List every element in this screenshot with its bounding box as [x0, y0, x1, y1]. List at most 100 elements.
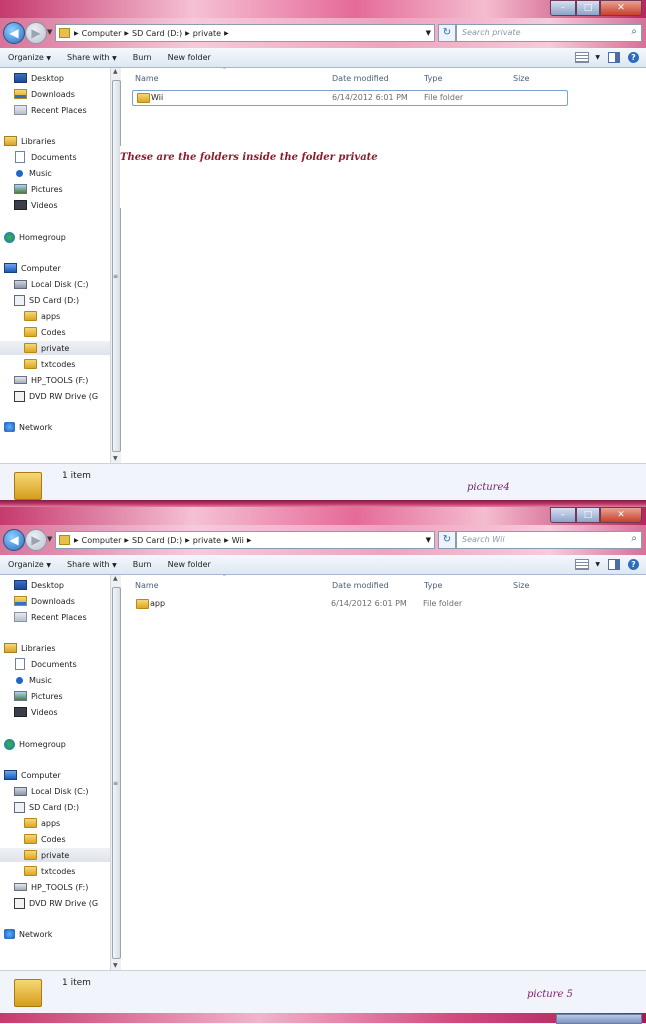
- sidebar-item-local-disk[interactable]: Local Disk (C:): [14, 277, 89, 291]
- forward-button[interactable]: ▶: [25, 22, 47, 44]
- maximize-button[interactable]: □: [576, 507, 600, 523]
- sidebar-item-hp-tools[interactable]: HP_TOOLS (F:): [14, 373, 88, 387]
- breadcrumb-chevron-icon[interactable]: ▶: [74, 30, 79, 37]
- sidebar-item-sd-card[interactable]: SD Card (D:): [14, 800, 79, 814]
- change-view-icon[interactable]: [575, 559, 590, 570]
- column-header-date-modified[interactable]: Date modified: [332, 581, 389, 590]
- search-icon[interactable]: ⌕: [631, 26, 637, 37]
- breadcrumb-private[interactable]: private: [193, 29, 221, 38]
- new-folder-button[interactable]: New folder: [160, 560, 219, 569]
- sidebar-item-txtcodes[interactable]: txtcodes: [24, 357, 75, 371]
- scroll-up-icon[interactable]: ▲: [113, 575, 118, 582]
- close-button[interactable]: ✕: [600, 507, 642, 523]
- address-dropdown-icon[interactable]: ▼: [426, 536, 431, 544]
- sidebar-item-videos[interactable]: Videos: [14, 705, 58, 719]
- breadcrumb-chevron-icon[interactable]: ▶: [247, 537, 252, 544]
- refresh-button[interactable]: ↻: [438, 531, 456, 549]
- column-header-type[interactable]: Type: [424, 581, 442, 590]
- sidebar-item-codes[interactable]: Codes: [24, 325, 66, 339]
- breadcrumb-sd-card[interactable]: SD Card (D:): [132, 536, 182, 545]
- sidebar-item-documents[interactable]: Documents: [14, 150, 77, 164]
- new-folder-button[interactable]: New folder: [160, 53, 219, 62]
- breadcrumb-chevron-icon[interactable]: ▶: [224, 30, 229, 37]
- minimize-button[interactable]: –: [550, 507, 576, 523]
- breadcrumb-computer[interactable]: Computer: [82, 29, 122, 38]
- sidebar-item-recent-places[interactable]: Recent Places: [14, 103, 87, 117]
- sidebar-scrollbar[interactable]: ▲ ≡ ▼: [110, 68, 121, 463]
- sidebar-item-recent-places[interactable]: Recent Places: [14, 610, 87, 624]
- column-header-date-modified[interactable]: Date modified: [332, 74, 389, 83]
- column-header-size[interactable]: Size: [513, 581, 529, 590]
- sidebar-item-desktop[interactable]: Desktop: [14, 578, 64, 592]
- recent-pages-dropdown[interactable]: ▼: [47, 535, 52, 543]
- share-with-button[interactable]: Share with ▼: [59, 560, 125, 569]
- column-header-name[interactable]: Name: [135, 581, 159, 590]
- sidebar-item-dvd-drive[interactable]: DVD RW Drive (G: [14, 896, 98, 910]
- sidebar-item-homegroup[interactable]: Homegroup: [4, 737, 66, 751]
- sidebar-item-network[interactable]: Network: [4, 420, 52, 434]
- sidebar-item-homegroup[interactable]: Homegroup: [4, 230, 66, 244]
- sidebar-item-pictures[interactable]: Pictures: [14, 689, 63, 703]
- change-view-icon[interactable]: [575, 52, 590, 63]
- search-input[interactable]: Search private ⌕: [456, 24, 642, 42]
- column-header-type[interactable]: Type: [424, 74, 442, 83]
- organize-button[interactable]: Organize ▼: [0, 53, 59, 62]
- breadcrumb-chevron-icon[interactable]: ▶: [185, 537, 190, 544]
- sidebar-item-private[interactable]: private: [0, 848, 110, 862]
- breadcrumb-sd-card[interactable]: SD Card (D:): [132, 29, 182, 38]
- sidebar-scrollbar[interactable]: ▲ ≡ ▼: [110, 575, 121, 970]
- sidebar-item-network[interactable]: Network: [4, 927, 52, 941]
- breadcrumb-private[interactable]: private: [193, 536, 221, 545]
- column-header-name[interactable]: Name: [135, 74, 159, 83]
- sidebar-item-local-disk[interactable]: Local Disk (C:): [14, 784, 89, 798]
- breadcrumb-wii[interactable]: Wii: [232, 536, 244, 545]
- sidebar-item-sd-card[interactable]: SD Card (D:): [14, 293, 79, 307]
- search-input[interactable]: Search Wii ⌕: [456, 531, 642, 549]
- scroll-down-icon[interactable]: ▼: [113, 455, 118, 462]
- breadcrumb-chevron-icon[interactable]: ▶: [124, 30, 129, 37]
- breadcrumb-chevron-icon[interactable]: ▶: [185, 30, 190, 37]
- sidebar-item-documents[interactable]: Documents: [14, 657, 77, 671]
- help-icon[interactable]: ?: [628, 559, 639, 570]
- sidebar-item-downloads[interactable]: Downloads: [14, 594, 75, 608]
- column-header-size[interactable]: Size: [513, 74, 529, 83]
- help-icon[interactable]: ?: [628, 52, 639, 63]
- breadcrumb-computer[interactable]: Computer: [82, 536, 122, 545]
- organize-button[interactable]: Organize ▼: [0, 560, 59, 569]
- sidebar-item-downloads[interactable]: Downloads: [14, 87, 75, 101]
- burn-button[interactable]: Burn: [125, 53, 160, 62]
- sidebar-item-libraries[interactable]: Libraries: [4, 641, 56, 655]
- recent-pages-dropdown[interactable]: ▼: [47, 28, 52, 36]
- chevron-down-icon[interactable]: ▼: [595, 561, 600, 568]
- sidebar-item-libraries[interactable]: Libraries: [4, 134, 56, 148]
- sidebar-item-codes[interactable]: Codes: [24, 832, 66, 846]
- address-bar[interactable]: ▶ Computer ▶ SD Card (D:) ▶ private ▶ ▼: [55, 24, 435, 42]
- sidebar-item-music[interactable]: Music: [14, 673, 52, 687]
- sidebar-item-music[interactable]: Music: [14, 166, 52, 180]
- sidebar-item-private[interactable]: private: [0, 341, 110, 355]
- chevron-down-icon[interactable]: ▼: [595, 54, 600, 61]
- close-button[interactable]: ✕: [600, 0, 642, 16]
- back-button[interactable]: ◀: [3, 529, 25, 551]
- forward-button[interactable]: ▶: [25, 529, 47, 551]
- scrollbar-thumb[interactable]: [112, 587, 121, 959]
- breadcrumb-chevron-icon[interactable]: ▶: [74, 537, 79, 544]
- sidebar-item-dvd-drive[interactable]: DVD RW Drive (G: [14, 389, 98, 403]
- address-dropdown-icon[interactable]: ▼: [426, 29, 431, 37]
- maximize-button[interactable]: □: [576, 0, 600, 16]
- sidebar-item-computer[interactable]: Computer: [4, 261, 61, 275]
- preview-pane-icon[interactable]: [608, 52, 620, 63]
- address-bar[interactable]: ▶ Computer ▶ SD Card (D:) ▶ private ▶ Wi…: [55, 531, 435, 549]
- preview-pane-icon[interactable]: [608, 559, 620, 570]
- sidebar-item-apps[interactable]: apps: [24, 309, 60, 323]
- sidebar-item-txtcodes[interactable]: txtcodes: [24, 864, 75, 878]
- scroll-down-icon[interactable]: ▼: [113, 962, 118, 969]
- breadcrumb-chevron-icon[interactable]: ▶: [224, 537, 229, 544]
- refresh-button[interactable]: ↻: [438, 24, 456, 42]
- sidebar-item-pictures[interactable]: Pictures: [14, 182, 63, 196]
- search-icon[interactable]: ⌕: [631, 533, 637, 544]
- sidebar-item-videos[interactable]: Videos: [14, 198, 58, 212]
- sidebar-item-hp-tools[interactable]: HP_TOOLS (F:): [14, 880, 88, 894]
- file-row-wii[interactable]: Wii 6/14/2012 6:01 PM File folder: [132, 90, 568, 106]
- share-with-button[interactable]: Share with ▼: [59, 53, 125, 62]
